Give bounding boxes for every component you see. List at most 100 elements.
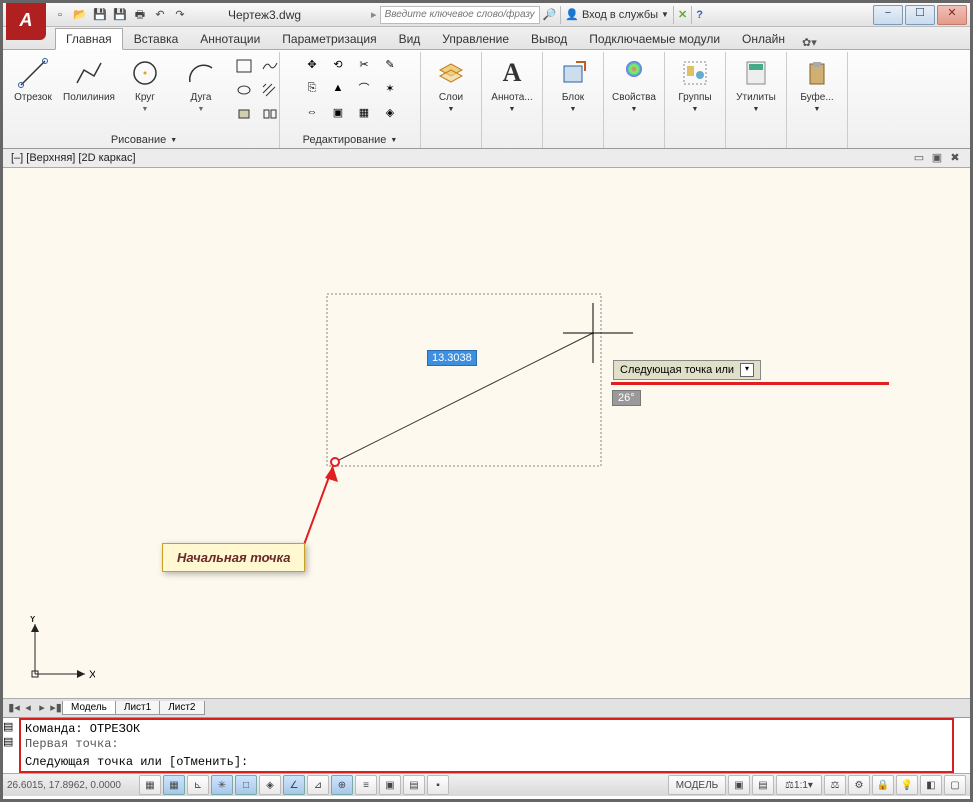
prompt-dropdown-icon[interactable]: ▾ [740, 363, 754, 377]
annotation-scale-button[interactable]: ⚖ 1:1▾ [776, 775, 822, 795]
tab-annotate[interactable]: Аннотации [189, 28, 271, 49]
viewport-label[interactable]: [–] [Верхняя] [2D каркас] [11, 152, 136, 164]
lineweight-button[interactable]: ≡ [355, 775, 377, 795]
help-icon[interactable]: ? [696, 9, 703, 21]
app-menu-button[interactable]: A [6, 2, 46, 40]
isolate-objects-icon[interactable]: ◧ [920, 775, 942, 795]
exchange-icon[interactable]: ✕ [678, 8, 687, 21]
circle-button[interactable]: Круг▼ [119, 52, 171, 114]
qp-button[interactable]: ▤ [403, 775, 425, 795]
3dosnap-button[interactable]: ◈ [259, 775, 281, 795]
rotate-icon[interactable]: ⟲ [325, 52, 351, 76]
vp-maximize-icon[interactable]: ▣ [930, 151, 944, 165]
ribbon-more-icon[interactable]: ✿▾ [802, 36, 817, 49]
tab-online[interactable]: Онлайн [731, 28, 796, 49]
qat-open-icon[interactable]: 📂 [72, 7, 88, 23]
workspace-switch-icon[interactable]: ⚙ [848, 775, 870, 795]
panel-draw: Отрезок Полилиния Круг▼ Дуга▼ [9, 52, 280, 148]
titlebar: A ▫ 📂 💾 💾 🖶 ↶ ↷ Чертеж3.dwg ▸ 🔎 👤 Вход в… [3, 3, 970, 27]
cmd-prompt-line[interactable]: Следующая точка или [оТменить]: [21, 753, 952, 771]
clean-screen-icon[interactable]: ▢ [944, 775, 966, 795]
annotation-visibility-icon[interactable]: ⚖ [824, 775, 846, 795]
layout1-tab[interactable]: Лист1 [115, 701, 160, 715]
osnap-button[interactable]: □ [235, 775, 257, 795]
model-space-button[interactable]: МОДЕЛЬ [668, 775, 726, 795]
polar-button[interactable]: ✳ [211, 775, 233, 795]
qat-print-icon[interactable]: 🖶 [132, 7, 148, 23]
panel-utilities[interactable]: Утилиты▼ [726, 52, 787, 148]
panel-clipboard[interactable]: Буфе...▼ [787, 52, 848, 148]
cmd-recent-icon[interactable]: ▤ [3, 720, 19, 733]
panel-annotation[interactable]: AАннота...▼ [482, 52, 543, 148]
qat-save-icon[interactable]: 💾 [92, 7, 108, 23]
explode-icon[interactable]: ✶ [377, 76, 403, 100]
sc-button[interactable]: ▪ [427, 775, 449, 795]
binoculars-icon[interactable]: 🔎 [543, 8, 557, 21]
ortho-button[interactable]: ⊾ [187, 775, 209, 795]
panel-properties[interactable]: Свойства▼ [604, 52, 665, 148]
hardware-accel-icon[interactable]: 💡 [896, 775, 918, 795]
quickview-layouts-icon[interactable]: ▣ [728, 775, 750, 795]
snap-mode-button[interactable]: ▦ [139, 775, 161, 795]
arc-button[interactable]: Дуга▼ [175, 52, 227, 114]
ducs-button[interactable]: ⊿ [307, 775, 329, 795]
dynamic-length-input[interactable]: 13.3038 [427, 350, 477, 366]
tab-plugins[interactable]: Подключаемые модули [578, 28, 731, 49]
stretch-icon[interactable]: ⇔ [299, 100, 325, 124]
command-window[interactable]: ▤ ▤ Команда: ОТРЕЗОК Первая точка: Следу… [3, 717, 970, 773]
tab-parametric[interactable]: Параметризация [271, 28, 387, 49]
ellipse-icon[interactable] [231, 78, 257, 102]
region-icon[interactable] [231, 102, 257, 126]
tab-home[interactable]: Главная [55, 28, 123, 50]
rectangle-icon[interactable] [231, 54, 257, 78]
login-link[interactable]: 👤 Вход в службы ▼ [565, 8, 669, 21]
tab-output[interactable]: Вывод [520, 28, 578, 49]
panel-draw-label[interactable]: Рисование ▼ [111, 133, 177, 146]
search-input[interactable] [380, 6, 540, 24]
drawing-canvas[interactable]: 13.3038 Следующая точка или ▾ 26° Началь… [3, 168, 970, 698]
panel-layers[interactable]: Слои▼ [421, 52, 482, 148]
maximize-button[interactable]: ☐ [905, 5, 935, 25]
layout2-tab[interactable]: Лист2 [159, 701, 204, 715]
qat-undo-icon[interactable]: ↶ [152, 7, 168, 23]
status-bar: 26.6015, 17.8962, 0.0000 ▦ ▦ ⊾ ✳ □ ◈ ∠ ⊿… [3, 773, 970, 796]
tab-view[interactable]: Вид [388, 28, 432, 49]
model-tab[interactable]: Модель [62, 701, 116, 715]
tab-next-icon[interactable]: ▸ [35, 701, 49, 715]
toolbar-lock-icon[interactable]: 🔒 [872, 775, 894, 795]
copy-icon[interactable]: ⎘ [299, 76, 325, 100]
panel-block[interactable]: Блок▼ [543, 52, 604, 148]
polyline-button[interactable]: Полилиния [63, 52, 115, 114]
move-icon[interactable]: ✥ [299, 52, 325, 76]
qat-new-icon[interactable]: ▫ [52, 7, 68, 23]
dyn-input-button[interactable]: ⊕ [331, 775, 353, 795]
trim-icon[interactable]: ✂ [351, 52, 377, 76]
tab-manage[interactable]: Управление [431, 28, 520, 49]
tab-insert[interactable]: Вставка [123, 28, 190, 49]
offset-icon[interactable]: ◈ [377, 100, 403, 124]
scale-icon[interactable]: ▣ [325, 100, 351, 124]
otrack-button[interactable]: ∠ [283, 775, 305, 795]
cmd-line-2: Первая точка: [21, 735, 952, 753]
qat-redo-icon[interactable]: ↷ [172, 7, 188, 23]
quickview-drawings-icon[interactable]: ▤ [752, 775, 774, 795]
panel-groups[interactable]: Группы▼ [665, 52, 726, 148]
svg-text:Y: Y [29, 616, 37, 625]
tab-last-icon[interactable]: ▸▮ [49, 701, 63, 715]
minimize-button[interactable]: − [873, 5, 903, 25]
array-icon[interactable]: ▦ [351, 100, 377, 124]
panel-modify-label[interactable]: Редактирование ▼ [303, 133, 398, 146]
tab-first-icon[interactable]: ▮◂ [7, 701, 21, 715]
cmd-opts-icon[interactable]: ▤ [3, 735, 19, 748]
qat-saveas-icon[interactable]: 💾 [112, 7, 128, 23]
mirror-icon[interactable]: ▲ [325, 76, 351, 100]
line-button[interactable]: Отрезок [7, 52, 59, 114]
erase-icon[interactable]: ✎ [377, 52, 403, 76]
transparency-button[interactable]: ▣ [379, 775, 401, 795]
grid-button[interactable]: ▦ [163, 775, 185, 795]
tab-prev-icon[interactable]: ◂ [21, 701, 35, 715]
close-button[interactable]: ✕ [937, 5, 967, 25]
fillet-icon[interactable]: ⌒ [351, 76, 377, 100]
vp-close-icon[interactable]: ✖ [948, 151, 962, 165]
vp-minimize-icon[interactable]: ▭ [912, 151, 926, 165]
